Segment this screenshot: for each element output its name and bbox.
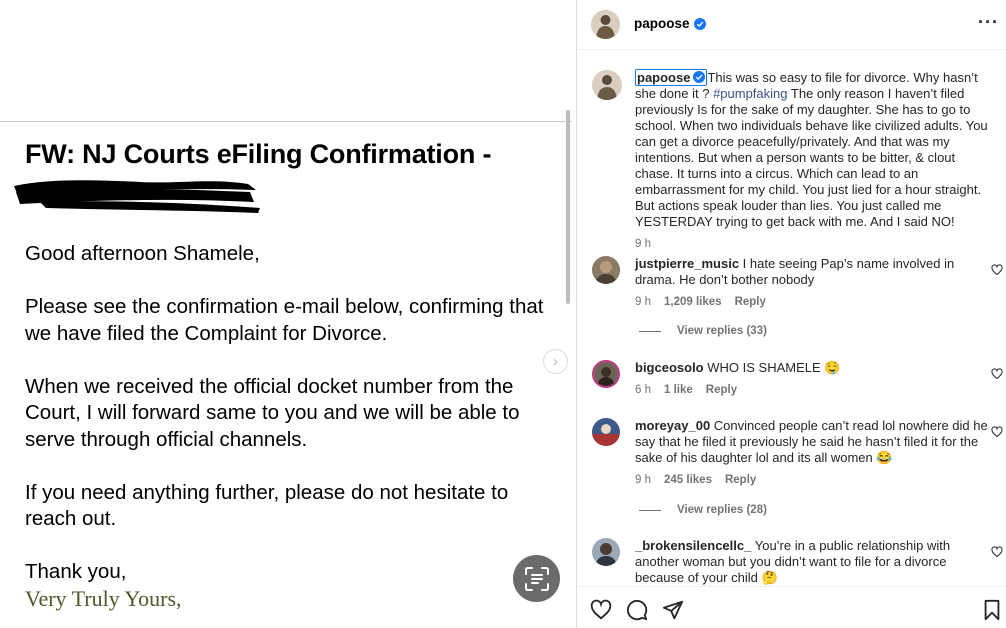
view-replies-button[interactable]: View replies (33): [639, 325, 767, 337]
email-paragraph: When we received the official docket num…: [25, 374, 520, 451]
redaction-scribble: [14, 180, 260, 213]
view-replies-label[interactable]: View replies (33): [677, 325, 767, 337]
comment-username[interactable]: bigceosolo: [635, 360, 704, 375]
timestamp[interactable]: 6 h: [635, 382, 651, 398]
likes-count[interactable]: 1,209 likes: [664, 294, 722, 310]
view-replies-button[interactable]: View replies (28): [639, 504, 767, 516]
more-options-icon[interactable]: ···: [978, 12, 999, 33]
chevron-right-icon: ›: [553, 353, 558, 370]
post-header: papoose ···: [577, 0, 1006, 50]
email-body: Good afternoon Shamele, Please see the c…: [25, 241, 565, 612]
email-greeting: Good afternoon Shamele,: [25, 242, 260, 265]
email-closing: Thank you,: [25, 560, 127, 583]
email-paragraph: If you need anything further, please do …: [25, 480, 509, 531]
email-subject: FW: NJ Courts eFiling Confirmation -: [25, 139, 492, 169]
heart-icon[interactable]: [991, 546, 1003, 558]
hashtag-link[interactable]: #pumpfaking: [713, 86, 787, 101]
likes-count[interactable]: 1 like: [664, 382, 693, 398]
timestamp[interactable]: 9 h: [635, 472, 651, 488]
caption-text: The only reason I haven’t filed previous…: [635, 86, 988, 229]
text-scan-icon: [524, 566, 549, 591]
bookmark-icon[interactable]: [981, 599, 1003, 621]
caption-username[interactable]: papoose: [637, 70, 690, 85]
comment-content: moreyay_00 Convinced people can’t read l…: [635, 418, 993, 488]
comment-content: bigceosolo WHO IS SHAMELE 🤤 6 h 1 like R…: [635, 360, 993, 398]
comment-content: justpierre_music I hate seeing Pap’s nam…: [635, 256, 993, 310]
media-scrollbar[interactable]: [566, 110, 570, 304]
comment-username[interactable]: justpierre_music: [635, 256, 739, 271]
verified-badge-icon: [693, 17, 706, 30]
timestamp[interactable]: 9 h: [635, 294, 651, 310]
timestamp[interactable]: 9 h: [635, 236, 651, 252]
avatar[interactable]: [592, 418, 620, 446]
caption-content: papoose This was so easy to file for divo…: [635, 69, 993, 252]
caption-author[interactable]: papoose: [635, 69, 708, 86]
divider: [0, 121, 572, 122]
reply-button[interactable]: Reply: [706, 382, 737, 398]
post-panel: papoose ··· papoose This was so easy to f…: [576, 0, 1006, 628]
author-username[interactable]: papoose: [634, 16, 690, 31]
verified-badge-icon: [693, 71, 706, 83]
next-media-button[interactable]: ›: [543, 349, 568, 374]
comment-icon[interactable]: [626, 599, 648, 621]
reply-button[interactable]: Reply: [735, 294, 766, 310]
heart-icon[interactable]: [590, 599, 612, 621]
comment-meta: 9 h 1,209 likes Reply: [635, 294, 993, 310]
view-replies-label[interactable]: View replies (28): [677, 504, 767, 516]
text-scan-button[interactable]: [513, 555, 560, 602]
share-icon[interactable]: [662, 599, 684, 621]
avatar[interactable]: [592, 256, 620, 284]
comment-username[interactable]: moreyay_00: [635, 418, 710, 433]
comment-username[interactable]: _brokensilencellc_: [635, 538, 751, 553]
email-signoff: Very Truly Yours,: [25, 585, 182, 611]
reply-button[interactable]: Reply: [725, 472, 756, 488]
avatar[interactable]: [592, 538, 620, 566]
caption-meta: 9 h: [635, 236, 993, 252]
heart-icon[interactable]: [991, 426, 1003, 438]
post-author[interactable]: papoose: [634, 16, 706, 31]
divider: [639, 330, 661, 332]
comment-content: _brokensilencellc_ You’re in a public re…: [635, 538, 993, 586]
email-paragraph: Please see the confirmation e-mail below…: [25, 295, 544, 345]
heart-icon[interactable]: [991, 264, 1003, 276]
heart-icon[interactable]: [991, 368, 1003, 380]
comment-text: WHO IS SHAMELE 🤤: [707, 360, 841, 375]
avatar[interactable]: [592, 360, 620, 388]
likes-count[interactable]: 245 likes: [664, 472, 712, 488]
avatar[interactable]: [591, 10, 620, 39]
comment-meta: 9 h 245 likes Reply: [635, 472, 993, 488]
avatar[interactable]: [592, 70, 622, 100]
comment-meta: 6 h 1 like Reply: [635, 382, 993, 398]
comments-list: papoose This was so easy to file for divo…: [577, 51, 1006, 586]
divider: [639, 509, 661, 511]
post-media-image: FW: NJ Courts eFiling Confirmation - Goo…: [0, 0, 576, 628]
post-actions-bar: [577, 586, 1006, 628]
